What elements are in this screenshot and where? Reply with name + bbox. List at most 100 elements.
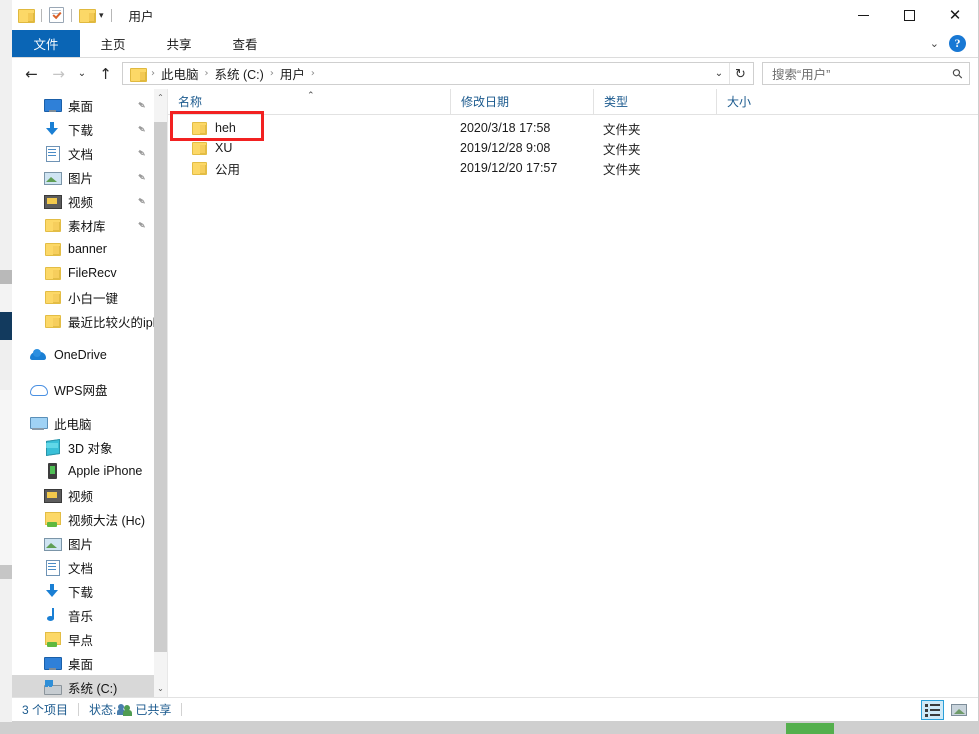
pin-icon[interactable]: ✒ [134, 170, 149, 186]
folder-icon [44, 313, 61, 329]
tab-view[interactable]: 查看 [212, 30, 278, 57]
scrollbar-thumb[interactable] [154, 122, 167, 652]
breadcrumb-users[interactable]: 用户 [277, 64, 308, 83]
column-header-size[interactable]: 大小 [716, 89, 796, 114]
help-button[interactable]: ? [949, 35, 966, 52]
sidebar-item-label: 小白一键 [68, 288, 118, 307]
background-window-strip [0, 340, 12, 390]
navigation-scrollbar[interactable]: ⌃ ⌄ [154, 89, 167, 697]
sidebar-item-16[interactable]: 视频大法 (Hc) [12, 507, 154, 531]
sidebar-item-19[interactable]: 下载 [12, 579, 154, 603]
pin-icon[interactable]: ✒ [134, 98, 149, 114]
sidebar-item-13[interactable]: 3D 对象 [12, 435, 154, 459]
sidebar-item-6[interactable]: banner [12, 237, 154, 261]
table-row[interactable]: heh2020/3/18 17:58文件夹 [168, 118, 978, 138]
sidebar-item-5[interactable]: 素材库 ✒ [12, 213, 154, 237]
doc-icon [44, 559, 61, 575]
sidebar-item-label: 系统 (C:) [68, 678, 117, 697]
sidebar-item-8[interactable]: 小白一键 [12, 285, 154, 309]
cell-name: heh [168, 121, 450, 135]
sidebar-item-label: 此电脑 [54, 414, 92, 433]
maximize-button[interactable] [886, 0, 932, 30]
tab-share[interactable]: 共享 [146, 30, 212, 57]
sidebar-item-18[interactable]: 文档 [12, 555, 154, 579]
sidebar-item-4[interactable]: 视频✒ [12, 189, 154, 213]
sidebar-item-15[interactable]: 视频 [12, 483, 154, 507]
sidebar-item-14[interactable]: Apple iPhone [12, 459, 154, 483]
cell-name: XU [168, 141, 450, 155]
folder-icon [192, 121, 207, 135]
sidebar-item-1[interactable]: 下载✒ [12, 117, 154, 141]
address-breadcrumb-bar[interactable]: › 此电脑 › 系统 (C:) › 用户 › ⌄ ↻ [122, 62, 754, 85]
details-view-icon [925, 704, 940, 716]
folder-icon [192, 141, 207, 155]
cell-type: 文件夹 [593, 119, 716, 138]
sidebar-item-10[interactable]: OneDrive [12, 343, 154, 367]
background-window-strip [0, 0, 12, 270]
sidebar-item-23[interactable]: 系统 (C:) [12, 675, 154, 697]
new-folder-icon[interactable] [79, 8, 95, 22]
scroll-up-arrow-icon[interactable]: ⌃ [154, 89, 167, 106]
sidebar-item-0[interactable]: 桌面 ✒ [12, 93, 154, 117]
pin-icon[interactable]: ✒ [134, 122, 149, 138]
large-icons-view-button[interactable] [947, 700, 970, 720]
sidebar-item-label: 桌面 [68, 96, 93, 115]
sidebar-item-7[interactable]: FileRecv [12, 261, 154, 285]
pin-icon[interactable]: ✒ [134, 194, 149, 210]
sidebar-item-17[interactable]: 图片 [12, 531, 154, 555]
table-row[interactable]: 公用2019/12/20 17:57文件夹 [168, 158, 978, 178]
forward-button[interactable]: → [45, 61, 72, 87]
column-header-type[interactable]: 类型 [593, 89, 716, 114]
pin-icon[interactable]: ✒ [134, 218, 149, 234]
status-state-label: 状态: [89, 701, 116, 718]
up-button[interactable]: ↑ [92, 61, 119, 87]
column-header-name[interactable]: 名称 ⌃ [168, 89, 450, 114]
sidebar-item-label: WPS网盘 [54, 380, 107, 399]
sidebar-item-12[interactable]: 此电脑 [12, 411, 154, 435]
sidebar-item-label: 下载 [68, 582, 93, 601]
music-icon [44, 607, 61, 623]
column-header-date[interactable]: 修改日期 [450, 89, 593, 114]
divider [78, 703, 79, 716]
table-row[interactable]: XU2019/12/28 9:08文件夹 [168, 138, 978, 158]
properties-icon[interactable] [49, 7, 64, 23]
pic-icon [44, 169, 61, 185]
sidebar-item-label: 素材库 [68, 216, 106, 235]
sidebar-item-label: 图片 [68, 168, 93, 187]
folder-icon[interactable] [18, 8, 34, 22]
pin-icon[interactable]: ✒ [134, 146, 149, 162]
chevron-down-icon[interactable]: ⌄ [709, 63, 729, 84]
sidebar-item-2[interactable]: 文档✒ [12, 141, 154, 165]
sidebar-item-label: 3D 对象 [68, 438, 112, 457]
sidebar-item-21[interactable]: 早点 [12, 627, 154, 651]
sidebar-item-20[interactable]: 音乐 [12, 603, 154, 627]
minimize-button[interactable] [840, 0, 886, 30]
scroll-down-arrow-icon[interactable]: ⌄ [154, 680, 167, 697]
sidebar-item-9[interactable]: 最近比较火的iph [12, 309, 154, 333]
down-icon [44, 583, 61, 599]
sidebar-item-3[interactable]: 图片 ✒ [12, 165, 154, 189]
drive-icon [44, 679, 61, 695]
details-view-button[interactable] [921, 700, 944, 720]
sidebar-item-11[interactable]: WPS网盘 [12, 377, 154, 401]
tab-file[interactable]: 文件 [12, 30, 80, 57]
title-bar: ▾ 用户 ✕ [12, 0, 978, 30]
breadcrumb-separator: › [267, 68, 277, 79]
recent-locations-button[interactable]: ⌄ [72, 61, 92, 87]
desktop-icon [44, 655, 61, 671]
navigation-tree: 桌面✒下载✒文档✒图片✒视频✒素材库✒bannerFileRecv小白一键最近比… [12, 89, 154, 697]
large-icons-view-icon [951, 704, 967, 716]
sidebar-item-label: 文档 [68, 558, 93, 577]
sidebar-item-22[interactable]: 桌面 [12, 651, 154, 675]
folder-icon [44, 217, 61, 233]
chevron-down-icon[interactable]: ⌄ [930, 37, 939, 50]
chevron-down-icon[interactable]: ▾ [99, 11, 104, 20]
refresh-icon[interactable]: ↻ [729, 63, 751, 84]
breadcrumb-this-pc[interactable]: 此电脑 [158, 64, 202, 83]
item-count-label: 3 个项目 [22, 701, 68, 718]
back-button[interactable]: ← [18, 61, 45, 87]
close-button[interactable]: ✕ [932, 0, 978, 30]
breadcrumb-system-c[interactable]: 系统 (C:) [212, 64, 267, 83]
tab-home[interactable]: 主页 [80, 30, 146, 57]
search-input[interactable]: 搜索“用户” ⚲ [762, 62, 970, 85]
